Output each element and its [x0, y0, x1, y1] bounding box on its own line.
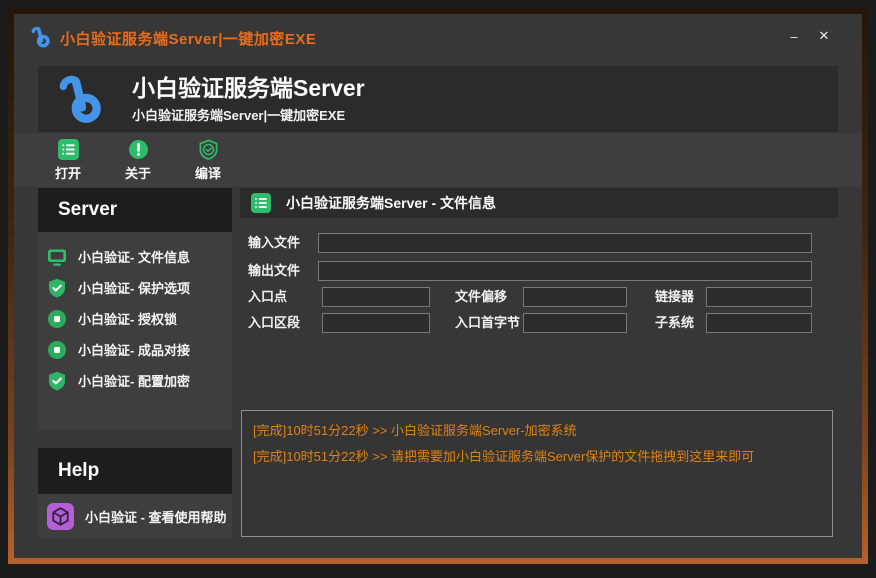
window-title: 小白验证服务端Server|一键加密EXE [60, 28, 316, 49]
about-icon [128, 139, 149, 160]
entry-section-label: 入口区段 [248, 313, 300, 333]
toolbar-open-label: 打开 [55, 163, 81, 182]
sidebar-server-menu: 小白验证- 文件信息 小白验证- 保护选项 小白验证- 授权锁 小白验证- 成品… [38, 232, 232, 430]
log-line: [完成]10时51分22秒 >> 小白验证服务端Server-加密系统 [253, 418, 821, 444]
sidebar-item-label: 小白验证- 配置加密 [78, 371, 190, 390]
file-info-list-icon [251, 193, 271, 213]
entry-point-field[interactable] [322, 287, 430, 307]
sidebar-item-license-lock[interactable]: 小白验证- 授权锁 [38, 303, 232, 334]
banner-subtitle: 小白验证服务端Server|一键加密EXE [132, 105, 365, 124]
sidebar-item-label: 小白验证- 成品对接 [78, 340, 190, 359]
record-dot-icon [47, 340, 67, 360]
entry-point-label: 入口点 [248, 287, 287, 307]
record-dot-icon [47, 309, 67, 329]
output-file-label: 输出文件 [248, 261, 300, 281]
sidebar-item-label: 小白验证- 文件信息 [78, 247, 190, 266]
entry-first-bytes-label: 入口首字节 [455, 313, 520, 333]
file-offset-field[interactable] [523, 287, 627, 307]
subsystem-field[interactable] [706, 313, 812, 333]
sidebar-item-label: 小白验证 - 查看使用帮助 [85, 507, 227, 526]
header-banner: 小白验证服务端Server 小白验证服务端Server|一键加密EXE [38, 66, 838, 132]
toolbar: 打开 关于 编译 [14, 133, 862, 187]
entry-first-bytes-field[interactable] [523, 313, 627, 333]
input-file-field[interactable] [318, 233, 812, 253]
close-button[interactable]: ✕ [812, 24, 836, 48]
sidebar-item-file-info[interactable]: 小白验证- 文件信息 [38, 241, 232, 272]
sidebar-item-protect-options[interactable]: 小白验证- 保护选项 [38, 272, 232, 303]
linker-label: 链接器 [655, 287, 694, 307]
subsystem-label: 子系统 [655, 313, 694, 333]
output-file-field[interactable] [318, 261, 812, 281]
sidebar-item-label: 小白验证- 授权锁 [78, 309, 177, 328]
shield-check-icon [47, 278, 67, 298]
app-window: 小白验证服务端Server|一键加密EXE – ✕ 小白验证服务端Server … [8, 8, 868, 564]
sidebar-item-label: 小白验证- 保护选项 [78, 278, 190, 297]
minimize-button[interactable]: – [782, 24, 806, 48]
sidebar-item-product-connect[interactable]: 小白验证- 成品对接 [38, 334, 232, 365]
cube-icon [47, 503, 74, 530]
linker-field[interactable] [706, 287, 812, 307]
banner-title: 小白验证服务端Server [132, 74, 365, 102]
sidebar-item-config-encrypt[interactable]: 小白验证- 配置加密 [38, 365, 232, 396]
open-list-icon [58, 139, 79, 160]
input-file-label: 输入文件 [248, 233, 300, 253]
toolbar-open-button[interactable]: 打开 [44, 137, 92, 183]
sidebar-server-header: Server [38, 188, 232, 232]
banner-text: 小白验证服务端Server 小白验证服务端Server|一键加密EXE [132, 74, 365, 124]
window-controls: – ✕ [782, 24, 836, 48]
panel-title: 小白验证服务端Server - 文件信息 [286, 193, 496, 213]
app-logo-icon [30, 26, 52, 48]
log-drop-zone[interactable]: [完成]10时51分22秒 >> 小白验证服务端Server-加密系统 [完成]… [241, 410, 833, 537]
toolbar-about-button[interactable]: 关于 [114, 137, 162, 183]
panel-header: 小白验证服务端Server - 文件信息 [240, 188, 838, 218]
sidebar-item-view-help[interactable]: 小白验证 - 查看使用帮助 [38, 503, 232, 530]
toolbar-about-label: 关于 [125, 163, 151, 182]
toolbar-compile-label: 编译 [195, 163, 221, 182]
entry-section-field[interactable] [322, 313, 430, 333]
title-bar: 小白验证服务端Server|一键加密EXE – ✕ [14, 14, 862, 60]
sidebar-help-header: Help [38, 448, 232, 494]
compile-shield-icon [198, 139, 219, 160]
log-line: [完成]10时51分22秒 >> 请把需要加小白验证服务端Server保护的文件… [253, 444, 821, 470]
file-offset-label: 文件偏移 [455, 287, 507, 307]
sidebar-help-menu: 小白验证 - 查看使用帮助 [38, 494, 232, 538]
shield-check-icon [47, 371, 67, 391]
toolbar-compile-button[interactable]: 编译 [184, 137, 232, 183]
app-logo-icon [56, 74, 106, 124]
monitor-icon [47, 247, 67, 267]
